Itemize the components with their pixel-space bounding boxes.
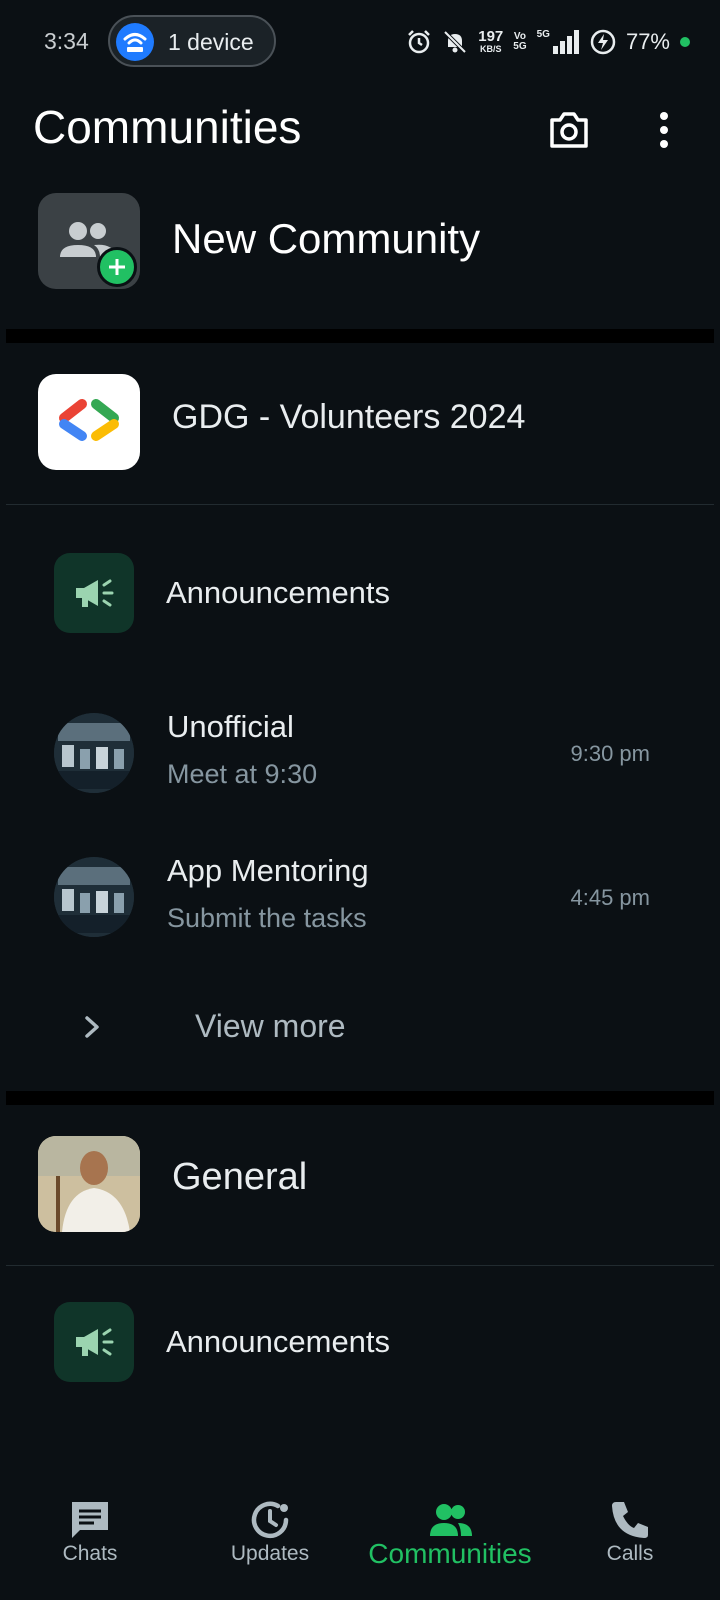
more-options-button[interactable] <box>652 104 676 154</box>
announcements-row[interactable]: Announcements <box>0 1302 720 1392</box>
chat-icon <box>72 1502 108 1538</box>
community-name: GDG - Volunteers 2024 <box>172 398 526 436</box>
group-name: Unofficial <box>167 709 294 744</box>
announcement-tile <box>54 553 134 633</box>
plus-icon <box>109 259 125 275</box>
community-name: General <box>172 1156 308 1198</box>
section-divider <box>6 1091 714 1105</box>
nav-tab-calls[interactable]: Calls <box>540 1450 720 1600</box>
group-name: App Mentoring <box>167 853 369 888</box>
communities-icon <box>430 1504 472 1536</box>
add-badge <box>97 247 137 287</box>
community-gdg-volunteers[interactable]: GDG - Volunteers 2024 <box>0 368 720 478</box>
volte-indicator: Vo 5G <box>513 31 527 52</box>
announcements-label: Announcements <box>166 575 391 610</box>
group-row-app-mentoring[interactable]: App Mentoring Submit the tasks 4:45 pm <box>0 853 720 947</box>
group-row-unofficial[interactable]: Unofficial Meet at 9:30 9:30 pm <box>0 709 720 803</box>
group-photo <box>54 857 134 937</box>
announcements-label: Announcements <box>166 1324 391 1359</box>
phone-icon <box>612 1502 648 1538</box>
new-community-label: New Community <box>172 215 481 262</box>
battery-level: 77% <box>625 29 670 54</box>
group-last-message: Meet at 9:30 <box>167 759 318 789</box>
hotspot-label: 1 device <box>168 29 254 55</box>
announcements-row[interactable]: Announcements <box>0 553 720 643</box>
nav-tab-communities[interactable]: Communities <box>350 1450 550 1600</box>
camera-button[interactable] <box>548 104 600 154</box>
community-general[interactable]: General <box>0 1130 720 1240</box>
community-avatar <box>38 374 140 470</box>
view-more-button[interactable]: View more <box>0 1000 720 1060</box>
notifications-off-icon <box>443 30 467 54</box>
megaphone-icon <box>76 579 114 607</box>
new-community-button[interactable]: New Community <box>0 188 720 296</box>
nav-label: Chats <box>62 1542 118 1565</box>
more-vert-icon <box>660 112 668 148</box>
nav-label: Communities <box>368 1538 532 1569</box>
nav-tab-updates[interactable]: Updates <box>180 1450 360 1600</box>
group-avatar <box>54 713 134 793</box>
net-speed: 197 KB/S <box>478 28 504 54</box>
alarm-icon <box>408 30 431 54</box>
community-photo <box>38 1136 140 1232</box>
community-avatar <box>38 1136 140 1232</box>
status-bar: 3:34 1 device 197 KB/S Vo 5G 5G 77% <box>0 0 720 84</box>
camera-icon <box>550 112 588 148</box>
code-brackets-logo-icon <box>59 399 119 441</box>
group-last-message: Submit the tasks <box>167 903 367 933</box>
announcement-tile <box>54 1302 134 1382</box>
status-time: 3:34 <box>44 28 89 54</box>
group-avatar <box>54 857 134 937</box>
hotspot-chip[interactable]: 1 device <box>108 15 276 67</box>
updates-icon <box>251 1501 289 1539</box>
group-time: 9:30 pm <box>570 741 651 766</box>
view-more-label: View more <box>195 1008 346 1044</box>
divider <box>6 504 714 505</box>
nav-tab-chats[interactable]: Chats <box>0 1450 180 1600</box>
megaphone-icon <box>76 1328 114 1356</box>
battery-charging-icon <box>590 29 616 55</box>
nav-label: Calls <box>606 1542 654 1565</box>
divider <box>6 1265 714 1266</box>
nav-label: Updates <box>230 1542 310 1565</box>
section-divider <box>6 329 714 343</box>
hotspot-icon <box>116 23 154 61</box>
status-icons: 197 KB/S Vo 5G 5G 77% <box>406 26 690 58</box>
signal-icon: 5G <box>537 30 580 54</box>
group-time: 4:45 pm <box>570 885 651 910</box>
privacy-indicator-dot <box>680 37 690 47</box>
bottom-navigation: Chats Updates Communities Calls <box>0 1450 720 1600</box>
group-photo <box>54 713 134 793</box>
chevron-right-icon <box>85 1016 99 1038</box>
page-title: Communities <box>33 101 302 153</box>
